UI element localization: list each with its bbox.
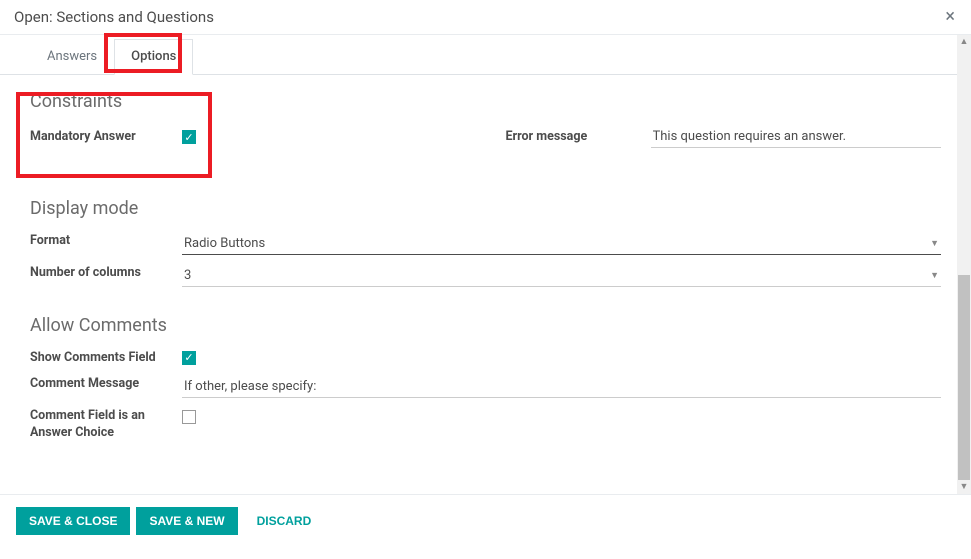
save-close-button[interactable]: Save & Close: [16, 507, 130, 535]
section-constraints: Constraints Mandatory Answer ✓ Error mes…: [30, 91, 941, 148]
show-comments-label: Show Comments Field: [30, 350, 182, 366]
columns-value: 3: [184, 268, 191, 283]
error-message-label: Error message: [506, 129, 651, 145]
comment-message-label: Comment Message: [30, 376, 182, 392]
form-area: Constraints Mandatory Answer ✓ Error mes…: [0, 75, 971, 479]
modal-footer: Save & Close Save & New Discard: [0, 495, 971, 547]
comment-answer-choice-checkbox[interactable]: [182, 410, 196, 424]
discard-button[interactable]: Discard: [244, 507, 325, 535]
format-label: Format: [30, 233, 182, 249]
tab-options[interactable]: Options: [114, 39, 193, 75]
modal-title: Open: Sections and Questions: [14, 8, 214, 26]
chevron-down-icon: ▼: [930, 238, 939, 249]
modal-body: Answers Options Constraints Mandatory An…: [0, 35, 971, 495]
columns-label: Number of columns: [30, 265, 182, 281]
display-mode-title: Display mode: [30, 198, 941, 219]
section-display-mode: Display mode Format Radio Buttons ▼ Numb…: [30, 198, 941, 287]
mandatory-answer-label: Mandatory Answer: [30, 129, 182, 145]
section-allow-comments: Allow Comments Show Comments Field ✓ Com…: [30, 315, 941, 441]
format-value: Radio Buttons: [184, 236, 265, 251]
mandatory-answer-row: Mandatory Answer ✓: [30, 126, 466, 148]
chevron-down-icon: ▼: [930, 270, 939, 281]
close-icon[interactable]: ×: [945, 8, 955, 26]
scroll-up-icon[interactable]: ▲: [957, 35, 971, 49]
tab-answers[interactable]: Answers: [30, 39, 114, 75]
save-new-button[interactable]: Save & New: [136, 507, 237, 535]
show-comments-checkbox[interactable]: ✓: [182, 351, 196, 365]
allow-comments-title: Allow Comments: [30, 315, 941, 336]
error-message-row: Error message: [506, 126, 942, 148]
error-message-input[interactable]: [651, 126, 942, 148]
mandatory-answer-checkbox[interactable]: ✓: [182, 130, 196, 144]
scroll-thumb[interactable]: [958, 275, 970, 480]
columns-select[interactable]: 3 ▼: [182, 265, 941, 287]
format-select[interactable]: Radio Buttons ▼: [182, 233, 941, 255]
constraints-title: Constraints: [30, 91, 941, 112]
comment-message-input[interactable]: [182, 376, 941, 398]
modal-header: Open: Sections and Questions ×: [0, 0, 971, 35]
scroll-down-icon[interactable]: ▼: [957, 480, 971, 494]
scrollbar[interactable]: ▲ ▼: [957, 35, 971, 494]
tabs-bar: Answers Options: [0, 35, 971, 75]
comment-answer-choice-label: Comment Field is an Answer Choice: [30, 408, 182, 441]
